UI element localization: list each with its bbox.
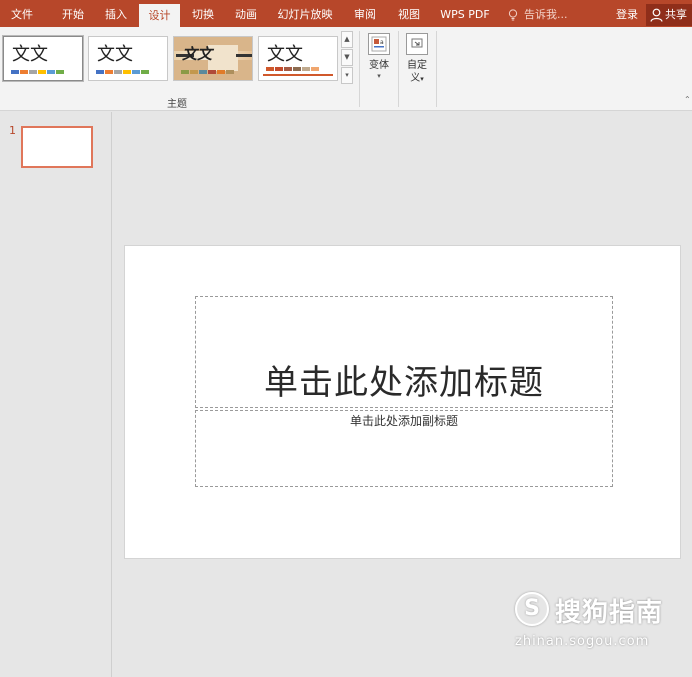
theme-color-swatches [11, 70, 64, 74]
swatch [47, 70, 55, 74]
theme-decoration [208, 45, 238, 71]
watermark-url: zhinan.sogou.com [515, 634, 650, 649]
group-divider [436, 31, 437, 107]
title-placeholder-text: 单击此处添加标题 [264, 363, 544, 403]
ribbon-design: 文文 文文 文文 文文 ▲ ▼ ▾ 主题 a 变体 ▾ 自定 义▾ ⌃ [0, 27, 692, 111]
slide-canvas: 单击此处添加标题 单击此处添加副标题 [124, 245, 681, 559]
swatch [56, 70, 64, 74]
tab-home[interactable]: 开始 [51, 0, 95, 27]
tab-wps-pdf[interactable]: WPS PDF [432, 0, 498, 27]
tab-view[interactable]: 视图 [388, 0, 430, 27]
swatch [293, 67, 301, 71]
login-button[interactable]: 登录 [610, 0, 644, 27]
share-button[interactable]: 共享 [646, 4, 692, 26]
swatch [208, 70, 216, 74]
slide-thumbnail-pane: 1 [0, 112, 112, 677]
swatch [217, 70, 225, 74]
theme-color-swatches [96, 70, 149, 74]
swatch [190, 70, 198, 74]
tab-review[interactable]: 审阅 [342, 0, 388, 27]
theme-gallery-item-office[interactable]: 文文 [3, 36, 83, 81]
subtitle-placeholder-text: 单击此处添加副标题 [349, 414, 458, 428]
customize-label: 自定 [407, 60, 427, 71]
theme-sample-text: 文文 [12, 44, 48, 65]
subtitle-placeholder[interactable]: 单击此处添加副标题 [195, 410, 613, 487]
gallery-more-icon[interactable]: ▾ [341, 67, 353, 84]
theme-decoration [263, 74, 333, 76]
theme-decoration [236, 54, 252, 57]
tab-file[interactable]: 文件 [0, 0, 44, 27]
group-label-themes: 主题 [167, 99, 187, 110]
swatch [302, 67, 310, 71]
tab-insert[interactable]: 插入 [95, 0, 137, 27]
tell-me-search[interactable]: 告诉我... [508, 0, 568, 27]
theme-sample-text: 文文 [97, 44, 133, 65]
theme-gallery-item-2[interactable]: 文文 [88, 36, 168, 81]
variants-label: 变体 [369, 60, 389, 71]
swatch [311, 67, 319, 71]
customize-label-2: 义▾ [400, 72, 434, 86]
swatch [141, 70, 149, 74]
group-divider [398, 31, 399, 107]
swatch [11, 70, 19, 74]
swatch [181, 70, 189, 74]
theme-gallery-item-4[interactable]: 文文 [258, 36, 338, 81]
theme-gallery-item-3[interactable]: 文文 [173, 36, 253, 81]
swatch [266, 67, 274, 71]
collapse-ribbon-icon[interactable]: ⌃ [684, 95, 691, 104]
watermark-text: 搜狗指南 [555, 598, 664, 628]
gallery-scroll-down-icon[interactable]: ▼ [341, 49, 353, 66]
sogou-logo-icon: S [515, 592, 549, 626]
theme-color-swatches [181, 70, 234, 74]
swatch [20, 70, 28, 74]
swatch [132, 70, 140, 74]
customize-label-2-text: 义 [410, 73, 421, 84]
person-icon [650, 8, 663, 22]
ribbon-tab-bar: 文件 开始 插入 设计 切换 动画 幻灯片放映 审阅 视图 WPS PDF 告诉… [0, 0, 692, 27]
tab-design[interactable]: 设计 [139, 4, 180, 27]
theme-sample-text: 文文 [267, 44, 303, 65]
tell-me-text: 告诉我... [524, 8, 568, 21]
slide-size-icon [406, 33, 428, 55]
swatch [114, 70, 122, 74]
swatch [96, 70, 104, 74]
lightbulb-icon [508, 9, 518, 21]
slide-thumbnail[interactable] [21, 126, 93, 168]
tab-transitions[interactable]: 切换 [182, 0, 224, 27]
theme-color-swatches [266, 67, 319, 71]
swatch [275, 67, 283, 71]
swatch [38, 70, 46, 74]
tab-animations[interactable]: 动画 [224, 0, 268, 27]
swatch [105, 70, 113, 74]
theme-sample-text: 文文 [182, 45, 213, 63]
watermark: S 搜狗指南 zhinan.sogou.com [515, 592, 685, 652]
chevron-down-icon: ▾ [420, 75, 424, 83]
title-placeholder[interactable]: 单击此处添加标题 [195, 296, 613, 408]
swatch [199, 70, 207, 74]
svg-text:a: a [380, 39, 384, 46]
customize-button[interactable]: 自定 义▾ [400, 31, 434, 91]
variants-icon: a [368, 33, 390, 55]
chevron-down-icon: ▾ [377, 72, 381, 80]
theme-gallery-scroll: ▲ ▼ ▾ [341, 31, 353, 85]
tab-slideshow[interactable]: 幻灯片放映 [268, 0, 342, 27]
swatch [284, 67, 292, 71]
gallery-scroll-up-icon[interactable]: ▲ [341, 31, 353, 48]
swatch [226, 70, 234, 74]
share-label: 共享 [665, 8, 687, 21]
swatch [29, 70, 37, 74]
slide-number: 1 [9, 124, 16, 137]
group-divider [359, 31, 360, 107]
variants-button[interactable]: a 变体 ▾ [362, 31, 396, 91]
swatch [123, 70, 131, 74]
